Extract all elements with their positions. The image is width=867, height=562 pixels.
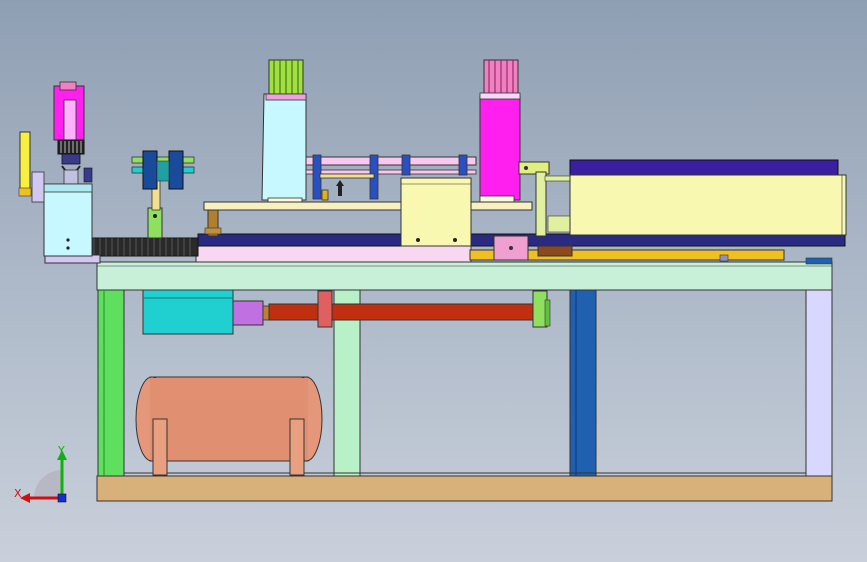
sprocket-right	[168, 150, 184, 190]
feeding-hopper	[569, 174, 847, 236]
tank-foot-left	[152, 418, 168, 476]
machine-assembly-drawing: Y X	[14, 59, 847, 503]
base-plank	[96, 475, 833, 502]
cream-work-plate	[203, 201, 533, 211]
y-axis-label: Y	[57, 444, 65, 457]
press-base-box	[43, 183, 93, 257]
gantry-beam-lower	[305, 169, 477, 175]
signal-light	[19, 131, 31, 195]
right-cylinder-body	[479, 95, 521, 201]
right-end-cap	[805, 257, 833, 265]
rod-carriage	[317, 290, 333, 328]
center-control-box	[400, 177, 472, 247]
rod-flange	[262, 305, 270, 321]
x-axis-label: X	[14, 487, 22, 500]
cad-viewport[interactable]: Y X	[0, 0, 867, 562]
sprocket-left	[142, 150, 158, 190]
gantry-beam-top	[305, 156, 477, 166]
pulley-post	[147, 207, 163, 239]
leg-left	[97, 289, 125, 477]
motor-housing	[142, 289, 234, 335]
motor-coupler	[232, 300, 264, 326]
leg-right	[805, 289, 833, 477]
axis-triad	[20, 450, 67, 503]
pink-base-plate	[195, 245, 472, 263]
leg-mid-right	[569, 289, 597, 477]
lead-screw-rod	[268, 303, 538, 321]
brown-block	[537, 245, 573, 257]
tank-foot-right	[289, 418, 305, 476]
conveyor-belt	[87, 237, 199, 257]
hopper-lid	[569, 159, 839, 177]
